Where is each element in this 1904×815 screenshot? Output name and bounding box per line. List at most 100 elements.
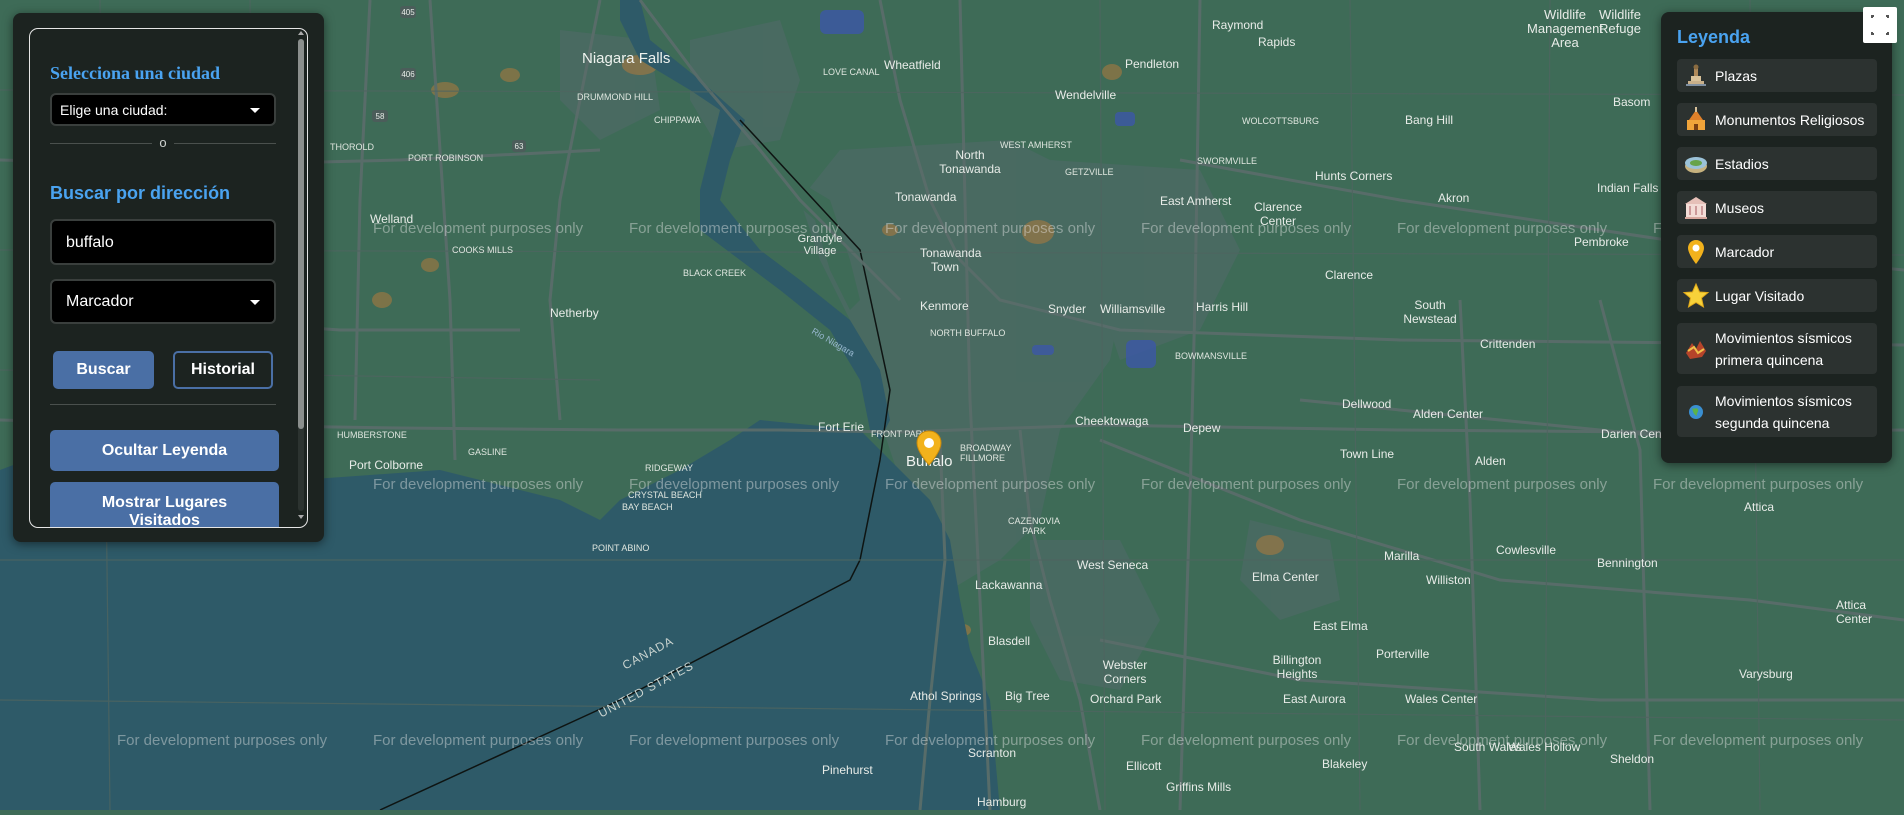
- place-label: Marilla: [1384, 549, 1420, 563]
- place-label: Lackawanna: [975, 578, 1043, 592]
- separator-line: [174, 143, 276, 144]
- separator-line: [50, 143, 152, 144]
- watermark-text: For development purposes only: [1653, 476, 1864, 493]
- place-label: Dellwood: [1342, 397, 1392, 411]
- stadium-icon: [1685, 156, 1707, 173]
- svg-text:58: 58: [376, 112, 385, 121]
- watermark-text: For development purposes only: [373, 220, 584, 237]
- marker-type-value: Marcador: [66, 292, 134, 310]
- watermark-text: For development purposes only: [1653, 732, 1864, 749]
- place-label: Billington Heights: [1272, 653, 1322, 681]
- place-label: Sheldon: [1610, 752, 1655, 766]
- watermark-text: For development purposes only: [1141, 220, 1352, 237]
- place-label: Big Tree: [1005, 689, 1050, 703]
- map-pin-icon: [916, 430, 942, 466]
- earthquake-icon: [1686, 340, 1706, 359]
- place-label: WEST AMHERST: [1000, 140, 1072, 150]
- address-input-value: buffalo: [66, 234, 114, 251]
- legend-item: Movimientos sísmicos segunda quincena: [1677, 386, 1877, 437]
- place-label: West Seneca: [1077, 558, 1149, 572]
- legend-item-label: Estadios: [1715, 155, 1769, 172]
- place-label: Porterville: [1376, 647, 1430, 661]
- place-label: Orchard Park: [1090, 692, 1162, 706]
- legend-panel: Leyenda Plazas Monumentos Religiosos Est…: [1661, 12, 1892, 463]
- legend-item: Estadios: [1677, 147, 1877, 180]
- search-panel-content: Selecciona una ciudad Elige una ciudad: …: [29, 28, 308, 528]
- legend-item-label: Monumentos Religiosos: [1715, 111, 1865, 128]
- marker-type-select[interactable]: Marcador: [50, 279, 276, 324]
- place-label: Hamburg: [977, 795, 1027, 809]
- place-label: LOVE CANAL: [823, 67, 880, 77]
- watermark-text: For development purposes only: [1397, 220, 1608, 237]
- legend-item-label: Museos: [1715, 199, 1765, 216]
- plaza-icon: [1686, 64, 1706, 86]
- scroll-down-icon[interactable]: [298, 515, 304, 519]
- panel-scrollbar[interactable]: [298, 31, 304, 519]
- place-label: Elma Center: [1252, 570, 1319, 584]
- star-icon: [1682, 282, 1710, 308]
- legend-item-label: Lugar Visitado: [1715, 287, 1805, 304]
- city-select-value: Elige una ciudad:: [60, 101, 168, 118]
- scrollbar-thumb[interactable]: [298, 39, 304, 429]
- place-label: BROADWAY FILLMORE: [960, 443, 1012, 463]
- watermark-text: For development purposes only: [373, 476, 584, 493]
- legend-item-label: Movimientos sísmicos segunda quincena: [1715, 392, 1852, 431]
- search-panel: Selecciona una ciudad Elige una ciudad: …: [13, 13, 324, 542]
- watermark-text: For development purposes only: [885, 476, 1096, 493]
- place-label: CHIPPAWA: [654, 115, 701, 125]
- watermark-text: For development purposes only: [885, 220, 1096, 237]
- place-label: SWORMVILLE: [1197, 156, 1258, 166]
- place-label: BAY BEACH: [622, 502, 673, 512]
- place-label: GETZVILLE: [1065, 167, 1114, 177]
- place-label: BOWMANSVILLE: [1175, 351, 1248, 361]
- place-label: Tonawanda: [895, 190, 957, 204]
- fullscreen-icon: [1871, 15, 1889, 35]
- or-text: o: [159, 135, 167, 150]
- place-label: Town Line: [1340, 447, 1395, 461]
- city-select[interactable]: Elige una ciudad:: [50, 93, 276, 126]
- scroll-up-icon[interactable]: [298, 31, 304, 35]
- svg-text:63: 63: [515, 142, 524, 151]
- watermark-text: For development purposes only: [1397, 732, 1608, 749]
- place-label: Netherby: [550, 306, 599, 320]
- place-label: NORTH BUFFALO: [930, 328, 1006, 338]
- place-label: Rapids: [1258, 35, 1296, 49]
- address-title: Buscar por dirección: [50, 183, 231, 203]
- legend-item: Monumentos Religiosos: [1677, 103, 1877, 136]
- place-label: Ellicott: [1126, 759, 1162, 773]
- place-label: THOROLD: [330, 142, 375, 152]
- place-label: Bennington: [1597, 556, 1658, 570]
- museum-icon: [1685, 196, 1707, 219]
- pin-icon: [1688, 239, 1704, 264]
- legend-item-label: Plazas: [1715, 67, 1758, 84]
- place-label: WOLCOTTSBURG: [1242, 116, 1320, 126]
- svg-text:405: 405: [401, 8, 415, 17]
- place-label: Hunts Corners: [1315, 169, 1393, 183]
- chevron-down-icon: [250, 299, 260, 305]
- place-label: Blakeley: [1322, 757, 1368, 771]
- place-label: Williston: [1426, 573, 1471, 587]
- place-label: East Aurora: [1283, 692, 1346, 706]
- fullscreen-button[interactable]: [1863, 7, 1897, 43]
- map-marker[interactable]: [916, 430, 942, 466]
- legend-item: Lugar Visitado: [1677, 279, 1877, 312]
- history-button[interactable]: Historial: [173, 351, 273, 389]
- globe-icon: [1689, 404, 1703, 419]
- city-title: Selecciona una ciudad: [50, 63, 221, 83]
- watermark-text: For development purposes only: [885, 732, 1096, 749]
- place-label: Fort Erie: [818, 420, 865, 434]
- address-input[interactable]: buffalo: [50, 219, 276, 265]
- place-label: Pendleton: [1125, 57, 1180, 71]
- place-label: HUMBERSTONE: [337, 430, 407, 440]
- place-label: Wildlife Refuge: [1599, 7, 1641, 36]
- place-label: East Elma: [1313, 619, 1368, 633]
- divider: [50, 404, 276, 405]
- chevron-down-icon: [250, 107, 260, 113]
- show-visited-button[interactable]: Mostrar Lugares Visitados: [50, 482, 279, 527]
- place-label: Tonawanda Town: [920, 246, 982, 274]
- place-label: Attica: [1744, 500, 1775, 514]
- search-button[interactable]: Buscar: [53, 351, 154, 389]
- place-label: Basom: [1613, 95, 1651, 109]
- place-label: Pembroke: [1574, 235, 1629, 249]
- hide-legend-button[interactable]: Ocultar Leyenda: [50, 430, 279, 471]
